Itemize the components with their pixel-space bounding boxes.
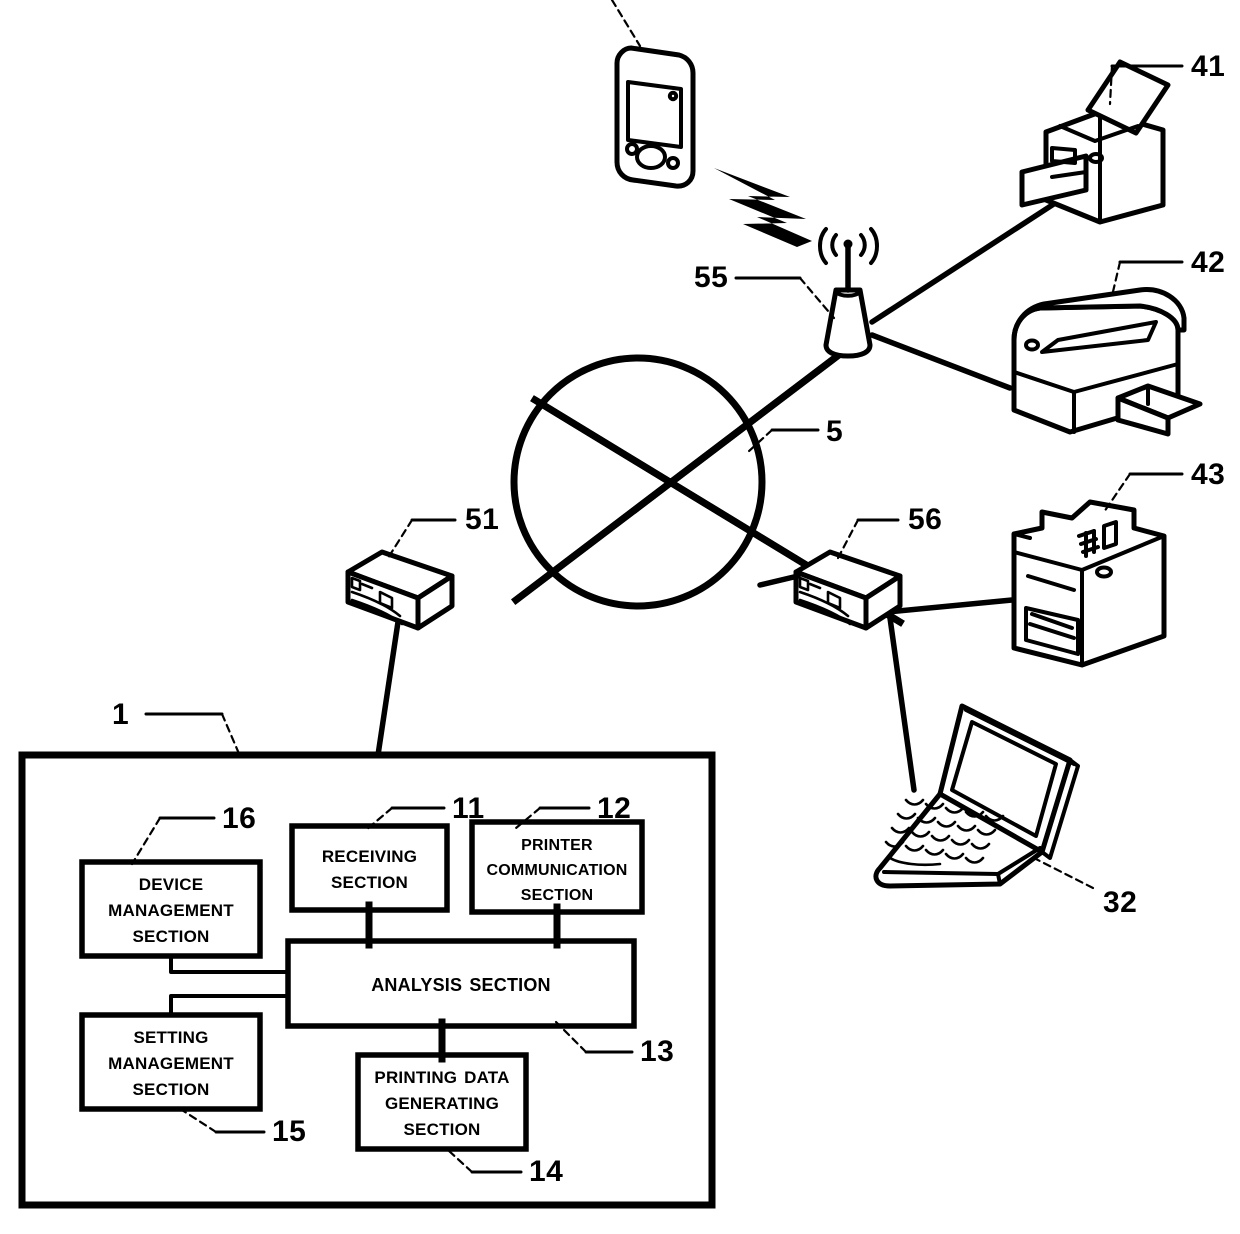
reference-numeral-15: 15 bbox=[272, 1115, 307, 1148]
reference-numeral-11: 11 bbox=[452, 792, 485, 825]
reference-numeral-13: 13 bbox=[640, 1035, 675, 1068]
printer-43-hit bbox=[1010, 500, 1176, 668]
reference-numeral-12: 12 bbox=[597, 792, 632, 825]
network-hub-left-hit bbox=[345, 552, 455, 630]
wireless-access-point-hit bbox=[818, 232, 878, 356]
reference-numeral-55: 55 bbox=[694, 261, 729, 294]
reference-numeral-43: 43 bbox=[1191, 458, 1226, 491]
reference-numeral-56: 56 bbox=[908, 503, 943, 536]
reference-numeral-16: 16 bbox=[222, 802, 257, 835]
printer-42-hit bbox=[1010, 285, 1202, 435]
patent-figure: .s { fill:none; stroke:#000; stroke-widt… bbox=[0, 0, 1240, 1234]
mobile-handheld-device-hit bbox=[614, 42, 704, 187]
laptop-computer-hit bbox=[872, 700, 1082, 890]
network-cloud-hit bbox=[514, 358, 762, 606]
reference-numeral-42: 42 bbox=[1191, 246, 1226, 279]
reference-numeral-14: 14 bbox=[529, 1155, 564, 1188]
reference-numeral-1: 1 bbox=[112, 698, 130, 731]
reference-numeral-32: 32 bbox=[1103, 886, 1138, 919]
reference-numeral-51: 51 bbox=[465, 503, 500, 536]
network-hub-right-hit bbox=[793, 552, 903, 630]
reference-numeral-5: 5 bbox=[826, 415, 844, 448]
printer-41-hit bbox=[1020, 62, 1180, 217]
wireless-signal-bolt bbox=[714, 168, 812, 247]
reference-numeral-41: 41 bbox=[1191, 50, 1226, 83]
